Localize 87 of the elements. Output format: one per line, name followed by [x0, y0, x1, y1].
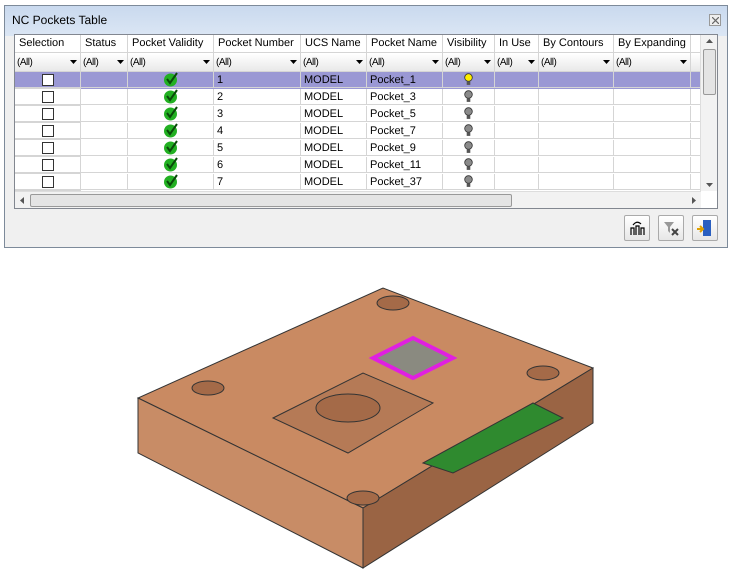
lightbulb-icon[interactable]	[464, 90, 473, 103]
table-cell: 5	[214, 140, 301, 156]
column-header[interactable]: UCS Name	[301, 35, 367, 53]
table-row[interactable]: 6 MODEL Pocket_11	[15, 157, 700, 174]
checkbox[interactable]	[42, 90, 54, 102]
checkbox[interactable]	[42, 142, 54, 154]
table-cell: 4	[214, 123, 301, 139]
filter-dropdown[interactable]: (All)	[367, 53, 443, 72]
scroll-up-icon[interactable]	[706, 39, 712, 43]
table-row[interactable]: 5 MODEL Pocket_9	[15, 140, 700, 157]
table-cell: MODEL	[301, 157, 367, 173]
filter-dropdown[interactable]: (All)	[81, 53, 128, 72]
table-cell: MODEL	[301, 72, 367, 88]
caret-icon	[70, 60, 77, 64]
column-header[interactable]: Pocket Validity	[128, 35, 214, 53]
column-header[interactable]: In Use	[495, 35, 539, 53]
caret-icon	[432, 60, 439, 64]
apply-button[interactable]	[624, 215, 650, 241]
table-cell: 7	[214, 174, 301, 190]
caret-icon	[603, 60, 610, 64]
table-cell: 2	[214, 89, 301, 105]
caret-icon	[203, 60, 210, 64]
scrollbar-thumb[interactable]	[30, 194, 512, 206]
scrollbar-thumb[interactable]	[702, 49, 716, 95]
column-header[interactable]: Visibility	[443, 35, 495, 53]
table-cell: 3	[214, 106, 301, 122]
scroll-right-icon[interactable]	[692, 196, 696, 204]
lightbulb-icon[interactable]	[464, 158, 473, 171]
column-header[interactable]: Pocket Name	[367, 35, 443, 53]
caret-icon	[484, 60, 491, 64]
column-header[interactable]: Status	[81, 35, 128, 53]
table-cell: MODEL	[301, 89, 367, 105]
clear-filter-button[interactable]	[658, 215, 684, 241]
table-cell: Pocket_1	[367, 72, 443, 88]
window-title: NC Pockets Table	[12, 13, 108, 27]
table-cell: MODEL	[301, 140, 367, 156]
lightbulb-icon[interactable]	[464, 107, 473, 120]
filter-dropdown[interactable]: (All)	[214, 53, 301, 72]
table-row[interactable]: 1 MODEL Pocket_1	[15, 72, 700, 89]
filter-dropdown[interactable]: (All)	[495, 53, 539, 72]
caret-icon	[290, 60, 297, 64]
table-cell: Pocket_37	[367, 174, 443, 190]
checkbox[interactable]	[42, 74, 54, 86]
table-cell: 1	[214, 72, 301, 88]
bars-arrow-icon	[629, 220, 645, 236]
lightbulb-icon[interactable]	[464, 124, 473, 137]
filter-dropdown[interactable]: (All)	[301, 53, 367, 72]
table-cell: 6	[214, 157, 301, 173]
column-header[interactable]: By Contours	[539, 35, 614, 53]
filter-dropdown[interactable]: (All)	[128, 53, 214, 72]
table-cell: Pocket_7	[367, 123, 443, 139]
filter-dropdown[interactable]: (All)	[539, 53, 614, 72]
filter-dropdown[interactable]: (All)	[614, 53, 691, 72]
table-row[interactable]: 3 MODEL Pocket_5	[15, 106, 700, 123]
filter-dropdown[interactable]: (All)	[15, 53, 81, 72]
table-row[interactable]: 2 MODEL Pocket_3	[15, 89, 700, 106]
filter-dropdown[interactable]: (All)	[443, 53, 495, 72]
column-header[interactable]: By Expanding	[614, 35, 691, 53]
table-cell: Pocket_3	[367, 89, 443, 105]
caret-icon	[117, 60, 124, 64]
table-cell: MODEL	[301, 106, 367, 122]
checkbox[interactable]	[42, 124, 54, 136]
table-cell: MODEL	[301, 123, 367, 139]
vertical-scrollbar[interactable]	[700, 35, 717, 191]
table-row[interactable]: 4 MODEL Pocket_7	[15, 123, 700, 140]
column-header[interactable]: Pocket Number	[214, 35, 301, 53]
door-exit-icon	[697, 219, 713, 237]
scroll-left-icon[interactable]	[20, 196, 24, 204]
lightbulb-icon[interactable]	[464, 175, 473, 188]
table-cell: Pocket_9	[367, 140, 443, 156]
close-button[interactable]	[709, 14, 721, 26]
checkbox[interactable]	[42, 108, 54, 120]
table-cell: MODEL	[301, 174, 367, 190]
filter-clear-icon	[663, 220, 679, 236]
scroll-down-icon[interactable]	[706, 183, 712, 187]
horizontal-scrollbar[interactable]	[15, 191, 701, 208]
table-cell: Pocket_5	[367, 106, 443, 122]
checkbox[interactable]	[42, 176, 54, 188]
exit-button[interactable]	[692, 215, 718, 241]
column-header[interactable]: Selection	[15, 35, 81, 53]
lightbulb-icon[interactable]	[464, 73, 473, 86]
checkbox[interactable]	[42, 158, 54, 170]
lightbulb-icon[interactable]	[464, 141, 473, 154]
table-cell: Pocket_11	[367, 157, 443, 173]
caret-icon	[680, 60, 687, 64]
caret-icon	[528, 60, 535, 64]
caret-icon	[356, 60, 363, 64]
